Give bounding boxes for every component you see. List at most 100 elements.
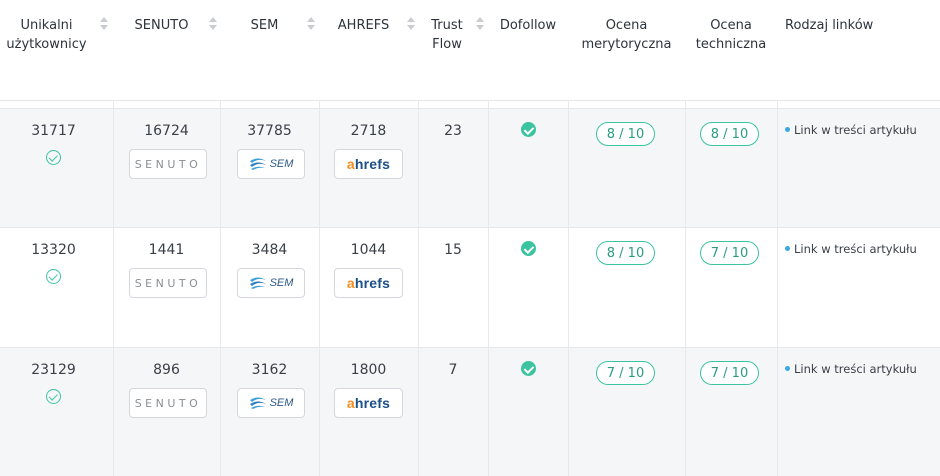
header-merit-label: Ocena: [605, 18, 648, 33]
sem-value: 3162: [251, 362, 288, 378]
cell-link-type: Link w treści artykułu: [777, 228, 940, 348]
header-users[interactable]: Unikalni użytkownicy: [0, 0, 113, 101]
sort-icon[interactable]: [100, 17, 108, 31]
cell-link-type: Link w treści artykułu: [777, 348, 940, 476]
cell-trust-flow: 15: [418, 228, 488, 348]
cell-sem: 3162 SEM: [220, 348, 319, 476]
ahrefs-value: 2718: [350, 123, 387, 139]
ahrefs-value: 1044: [350, 242, 387, 258]
sem-swirl-icon: [249, 397, 266, 409]
cell-senuto: 1441 SENUTO: [113, 228, 220, 348]
cell-sem: 3484 SEM: [220, 228, 319, 348]
header-linktype-label: Rodzaj linków: [785, 18, 874, 33]
sem-swirl-icon: [249, 277, 266, 289]
header-merit: Ocena merytoryczna: [568, 0, 685, 101]
cell-merit: 8 / 10: [568, 109, 685, 228]
cell-tech: 7 / 10: [685, 348, 777, 476]
ahrefs-logo-button[interactable]: ahrefs: [334, 149, 403, 179]
bullet-icon: [785, 127, 790, 132]
cell-link-type: Link w treści artykułu: [777, 109, 940, 228]
sort-icon[interactable]: [407, 17, 415, 31]
header-sem-label: SEM: [250, 18, 279, 33]
tech-score-badge: 7 / 10: [700, 361, 759, 385]
cell-users: 23129: [0, 348, 107, 476]
bullet-icon: [785, 246, 790, 251]
cell-ahrefs: 2718 ahrefs: [319, 109, 418, 228]
cell-users: 13320: [0, 228, 107, 348]
trust-value: 23: [444, 123, 462, 139]
header-users-label: Unikalni: [20, 18, 73, 33]
senuto-value: 16724: [144, 123, 189, 139]
ahrefs-value: 1800: [350, 362, 387, 378]
sem-swirl-icon: [249, 158, 266, 170]
ahrefs-logo: ahrefs: [346, 395, 391, 411]
sem-value: 3484: [251, 242, 288, 258]
sem-logo-button[interactable]: SEM: [237, 149, 305, 179]
cell-dofollow: [488, 228, 568, 348]
header-tech-label-2: techniczna: [695, 37, 767, 52]
cell-senuto: 896 SENUTO: [113, 348, 220, 476]
sort-icon[interactable]: [476, 17, 484, 31]
sem-value: 37785: [247, 123, 292, 139]
senuto-logo-button[interactable]: SENUTO: [129, 268, 207, 298]
sem-logo-button[interactable]: SEM: [237, 268, 305, 298]
header-senuto[interactable]: SENUTO: [113, 0, 220, 101]
cell-merit: 8 / 10: [568, 228, 685, 348]
header-trust-label: Trust: [431, 18, 463, 33]
sem-logo-button[interactable]: SEM: [237, 388, 305, 418]
ahrefs-logo-button[interactable]: ahrefs: [334, 268, 403, 298]
cell-dofollow: [488, 348, 568, 476]
table-row[interactable]: 23129 896 SENUTO 3162 SEM 1800 ahrefs 7 …: [0, 347, 940, 476]
header-trust-flow[interactable]: Trust Flow: [418, 0, 488, 101]
users-value: 23129: [31, 362, 76, 378]
table-row[interactable]: 13320 1441 SENUTO 3484 SEM 1044 ahrefs 1…: [0, 227, 940, 348]
senuto-logo-button[interactable]: SENUTO: [129, 149, 207, 179]
users-value: 31717: [31, 123, 76, 139]
ahrefs-logo: ahrefs: [346, 275, 391, 291]
senuto-logo: SENUTO: [134, 396, 202, 410]
cell-trust-flow: 7: [418, 348, 488, 476]
users-value: 13320: [31, 242, 76, 258]
senuto-logo: SENUTO: [134, 276, 202, 290]
row-separator: [0, 101, 940, 108]
header-link-type: Rodzaj linków: [777, 0, 940, 101]
cell-tech: 8 / 10: [685, 109, 777, 228]
dofollow-check-icon: [521, 361, 536, 376]
header-sem[interactable]: SEM: [220, 0, 319, 101]
link-type-label: Link w treści artykułu: [794, 242, 917, 256]
sem-logo: SEM: [269, 277, 294, 289]
senuto-logo: SENUTO: [134, 157, 202, 171]
cell-tech: 7 / 10: [685, 228, 777, 348]
sort-icon[interactable]: [209, 17, 217, 31]
header-tech: Ocena techniczna: [685, 0, 777, 101]
header-dofollow: Dofollow: [488, 0, 568, 101]
table-header: Unikalni użytkownicy SENUTO SEM AHREFS Tr…: [0, 0, 940, 101]
table-body: 31717 16724 SENUTO 37785 SEM 2718 ahrefs…: [0, 101, 940, 476]
bullet-icon: [785, 366, 790, 371]
cell-trust-flow: 23: [418, 109, 488, 228]
ahrefs-logo-button[interactable]: ahrefs: [334, 388, 403, 418]
header-merit-label-2: merytoryczna: [581, 37, 672, 52]
senuto-logo-button[interactable]: SENUTO: [129, 388, 207, 418]
verified-check-icon: [46, 150, 61, 165]
cell-dofollow: [488, 109, 568, 228]
header-trust-label-2: Flow: [432, 37, 462, 52]
merit-score-badge: 8 / 10: [596, 122, 655, 146]
senuto-value: 896: [153, 362, 180, 378]
tech-score-badge: 8 / 10: [700, 122, 759, 146]
sem-logo: SEM: [269, 397, 294, 409]
cell-users: 31717: [0, 109, 107, 228]
trust-value: 7: [448, 362, 458, 378]
dofollow-check-icon: [521, 241, 536, 256]
link-type-label: Link w treści artykułu: [794, 123, 917, 137]
header-ahrefs[interactable]: AHREFS: [319, 0, 418, 101]
cell-ahrefs: 1800 ahrefs: [319, 348, 418, 476]
trust-value: 15: [444, 242, 462, 258]
table-row[interactable]: 31717 16724 SENUTO 37785 SEM 2718 ahrefs…: [0, 108, 940, 228]
header-tech-label: Ocena: [710, 18, 752, 33]
header-users-label-2: użytkownicy: [6, 37, 87, 52]
sort-icon[interactable]: [307, 17, 315, 31]
verified-check-icon: [46, 389, 61, 404]
dofollow-check-icon: [521, 122, 536, 137]
sem-logo: SEM: [269, 158, 294, 170]
